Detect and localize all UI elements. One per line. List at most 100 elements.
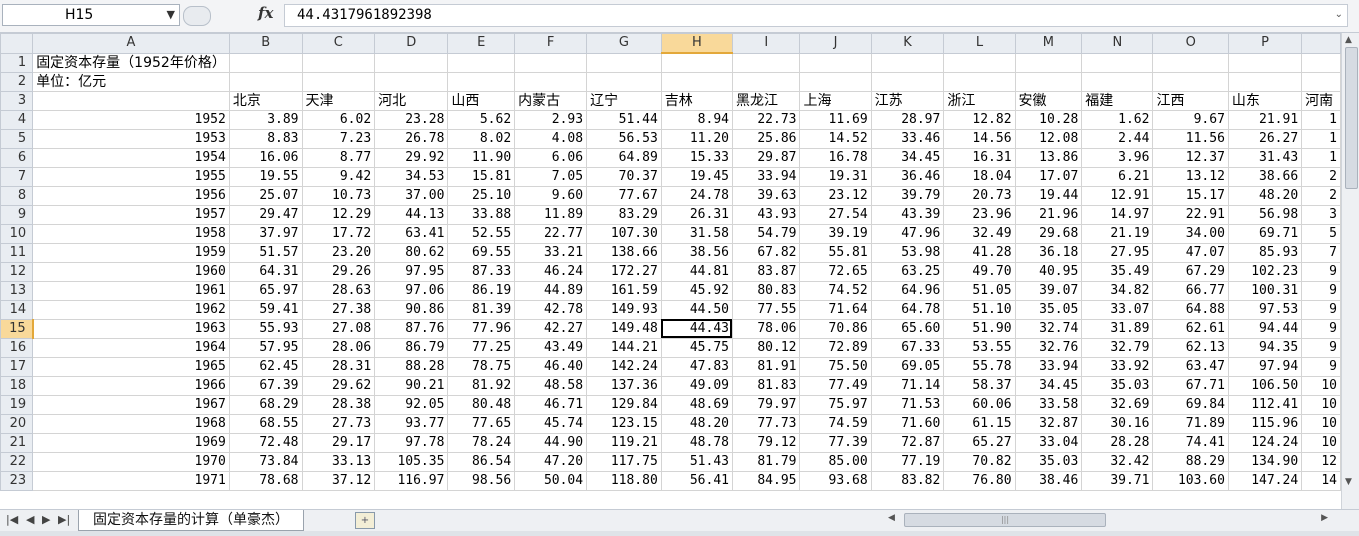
- cell-f9[interactable]: 11.89: [514, 204, 588, 225]
- cell-k4[interactable]: 28.97: [870, 109, 945, 130]
- cell-j5[interactable]: 14.52: [799, 128, 872, 149]
- cell-o17[interactable]: 63.47: [1152, 356, 1229, 377]
- cell-p19[interactable]: 112.41: [1227, 394, 1303, 415]
- cell-l21[interactable]: 65.27: [943, 432, 1016, 453]
- cell-b5[interactable]: 8.83: [228, 128, 303, 149]
- cell-g20[interactable]: 123.15: [586, 413, 662, 434]
- formula-bar-splitter[interactable]: [183, 6, 211, 26]
- row-header-12[interactable]: 12: [0, 261, 34, 282]
- cell-b8[interactable]: 25.07: [228, 185, 303, 206]
- cell-m20[interactable]: 32.87: [1014, 413, 1083, 434]
- cell-p23[interactable]: 147.24: [1227, 470, 1303, 491]
- prev-sheet-icon[interactable]: ◀: [26, 513, 34, 526]
- scroll-up-icon[interactable]: ▲: [1345, 35, 1352, 45]
- cell-g2[interactable]: [586, 71, 662, 92]
- cell-i3[interactable]: 黑龙江: [731, 90, 801, 111]
- cell-b22[interactable]: 73.84: [228, 451, 303, 472]
- cell-overflow5[interactable]: 1: [1301, 128, 1341, 149]
- cell-i21[interactable]: 79.12: [731, 432, 801, 453]
- cell-d14[interactable]: 90.86: [374, 299, 449, 320]
- cell-f6[interactable]: 6.06: [514, 147, 588, 168]
- cell-j2[interactable]: [799, 71, 872, 92]
- cell-l4[interactable]: 12.82: [943, 109, 1016, 130]
- cell-o9[interactable]: 22.91: [1152, 204, 1229, 225]
- row-header-4[interactable]: 4: [0, 109, 34, 130]
- cell-m23[interactable]: 38.46: [1014, 470, 1083, 491]
- worksheet-grid[interactable]: ABCDEFGHIJKLMNOP 1 固定资本存量（1952年价格） 2 单位：亿元 3…: [0, 33, 1341, 509]
- cell-e2[interactable]: [447, 71, 516, 92]
- cell-k3[interactable]: 江苏: [870, 90, 945, 111]
- cell-l5[interactable]: 14.56: [943, 128, 1016, 149]
- cell-p1[interactable]: [1227, 52, 1303, 73]
- cell-a15[interactable]: 1963: [32, 318, 230, 339]
- cell-f2[interactable]: [514, 71, 588, 92]
- cell-e9[interactable]: 33.88: [447, 204, 516, 225]
- cell-c5[interactable]: 7.23: [301, 128, 376, 149]
- cell-l9[interactable]: 23.96: [943, 204, 1016, 225]
- horizontal-scroll-thumb[interactable]: |||: [904, 513, 1106, 527]
- cell-k19[interactable]: 71.53: [870, 394, 945, 415]
- cell-k16[interactable]: 67.33: [870, 337, 945, 358]
- cell-f18[interactable]: 48.58: [514, 375, 588, 396]
- cell-n8[interactable]: 12.91: [1081, 185, 1154, 206]
- cell-a10[interactable]: 1958: [32, 223, 230, 244]
- cell-e19[interactable]: 80.48: [447, 394, 516, 415]
- cell-k5[interactable]: 33.46: [870, 128, 945, 149]
- cell-i9[interactable]: 43.93: [731, 204, 801, 225]
- cell-a12[interactable]: 1960: [32, 261, 230, 282]
- cell-m13[interactable]: 39.07: [1014, 280, 1083, 301]
- cell-m4[interactable]: 10.28: [1014, 109, 1083, 130]
- cell-p8[interactable]: 48.20: [1227, 185, 1303, 206]
- cell-overflow12[interactable]: 9: [1301, 261, 1341, 282]
- cell-n20[interactable]: 30.16: [1081, 413, 1154, 434]
- cell-b15[interactable]: 55.93: [228, 318, 303, 339]
- cell-e18[interactable]: 81.92: [447, 375, 516, 396]
- cell-a19[interactable]: 1967: [32, 394, 230, 415]
- cell-b7[interactable]: 19.55: [228, 166, 303, 187]
- cell-k1[interactable]: [870, 52, 945, 73]
- cell-l11[interactable]: 41.28: [943, 242, 1016, 263]
- cell-g10[interactable]: 107.30: [586, 223, 662, 244]
- cell-d5[interactable]: 26.78: [374, 128, 449, 149]
- column-header-a[interactable]: A: [32, 33, 230, 54]
- column-header-c[interactable]: C: [301, 33, 376, 54]
- cell-i4[interactable]: 22.73: [731, 109, 801, 130]
- cell-c23[interactable]: 37.12: [301, 470, 376, 491]
- cell-b16[interactable]: 57.95: [228, 337, 303, 358]
- cell-j15[interactable]: 70.86: [799, 318, 872, 339]
- cell-k11[interactable]: 53.98: [870, 242, 945, 263]
- cell-j18[interactable]: 77.49: [799, 375, 872, 396]
- cell-i8[interactable]: 39.63: [731, 185, 801, 206]
- cell-a16[interactable]: 1964: [32, 337, 230, 358]
- cell-h17[interactable]: 47.83: [660, 356, 733, 377]
- cell-c21[interactable]: 29.17: [301, 432, 376, 453]
- cell-o20[interactable]: 71.89: [1152, 413, 1229, 434]
- cell-c3[interactable]: 天津: [301, 90, 376, 111]
- cell-overflow3[interactable]: 河南: [1301, 90, 1341, 111]
- cell-g6[interactable]: 64.89: [586, 147, 662, 168]
- column-header-k[interactable]: K: [870, 33, 945, 54]
- column-header-p[interactable]: P: [1227, 33, 1303, 54]
- cell-k12[interactable]: 63.25: [870, 261, 945, 282]
- vertical-scrollbar[interactable]: ▲ ▼: [1341, 33, 1359, 509]
- cell-o15[interactable]: 62.61: [1152, 318, 1229, 339]
- cell-b19[interactable]: 68.29: [228, 394, 303, 415]
- cell-f10[interactable]: 22.77: [514, 223, 588, 244]
- cell-i20[interactable]: 77.73: [731, 413, 801, 434]
- cell-h9[interactable]: 26.31: [660, 204, 733, 225]
- cell-d21[interactable]: 97.78: [374, 432, 449, 453]
- cell-h11[interactable]: 38.56: [660, 242, 733, 263]
- cell-n18[interactable]: 35.03: [1081, 375, 1154, 396]
- cell-b1[interactable]: [228, 52, 303, 73]
- cell-f13[interactable]: 44.89: [514, 280, 588, 301]
- cell-j16[interactable]: 72.89: [799, 337, 872, 358]
- row-header-21[interactable]: 21: [0, 432, 34, 453]
- cell-g13[interactable]: 161.59: [586, 280, 662, 301]
- scroll-down-icon[interactable]: ▼: [1345, 477, 1352, 487]
- cell-h20[interactable]: 48.20: [660, 413, 733, 434]
- row-header-16[interactable]: 16: [0, 337, 34, 358]
- column-header-e[interactable]: E: [447, 33, 516, 54]
- cell-b10[interactable]: 37.97: [228, 223, 303, 244]
- cell-o6[interactable]: 12.37: [1152, 147, 1229, 168]
- cell-i12[interactable]: 83.87: [731, 261, 801, 282]
